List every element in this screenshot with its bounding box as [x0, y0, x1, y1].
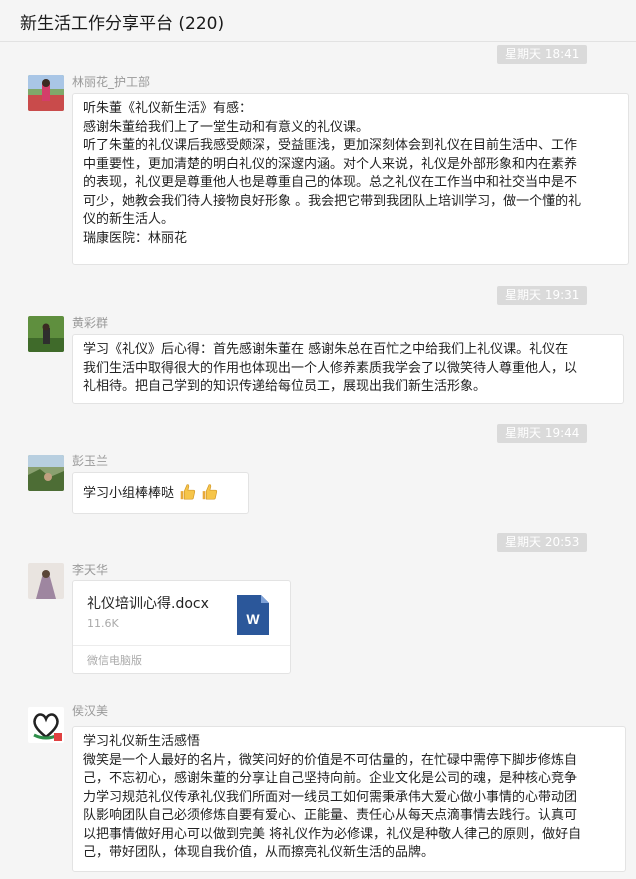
message-line: 感谢朱董给我们上了一堂生动和有意义的礼仪课。 [83, 119, 370, 135]
avatar[interactable] [28, 707, 64, 743]
message-line: 瑞康医院：林丽花 [83, 230, 188, 246]
message-line: 学习小组棒棒哒 [83, 483, 238, 504]
message-line: 听了朱董的礼仪课后我感受颇深，受益匪浅，更加深刻体会到礼仪在目前生活中、工作 [83, 138, 578, 153]
avatar[interactable] [28, 316, 64, 352]
message-line: 以把事情做好用心可以做到完美 将礼仪作为必修课，礼仪是种敬人律己的原则，做好自 [83, 826, 582, 842]
chat-header: 新生活工作分享平台 (220) [0, 0, 636, 42]
file-size: 11.6K [87, 617, 119, 630]
message-line: 我们生活中取得很大的作用也体现出一个人修养素质我学会了以微笑待人尊重他人，以 [83, 360, 578, 376]
message-line: 学习礼仪新生活感悟 [83, 734, 201, 749]
timestamp-badge: 星期天 20:53 [497, 533, 588, 552]
message-text: 学习小组棒棒哒 [83, 486, 175, 501]
message-line: 可少，她教会我们待人接物良好形象 。我会把它带到我团队上培训学习，做一个懂的礼 [83, 193, 582, 209]
message-line: 队影响团队自己必须修炼自要有爱心、正能量、责任心从每天点滴事情去践行。认真可 [83, 808, 578, 823]
message-bubble[interactable]: 学习小组棒棒哒 [72, 472, 249, 514]
timestamp-badge: 星期天 18:41 [497, 45, 588, 64]
message-bubble[interactable]: 听朱董《礼仪新生活》有感： 感谢朱董给我们上了一堂生动和有意义的礼仪课。 听了朱… [72, 93, 629, 265]
message-line: 听朱董《礼仪新生活》有感： [83, 101, 253, 116]
message-line: 微笑是一个人最好的名片，微笑问好的价值是不可估量的，在忙碌中需停下脚步修炼自 [83, 752, 578, 768]
message-bubble[interactable]: 学习《礼仪》后心得：首先感谢朱董在 感谢朱总在百忙之中给我们上礼仪课。礼仪在 我… [72, 334, 624, 404]
file-card[interactable]: 礼仪培训心得.docx 11.6K W 微信电脑版 [72, 580, 291, 674]
word-document-icon: W [237, 595, 269, 635]
message-bubble[interactable]: 学习礼仪新生活感悟 微笑是一个人最好的名片，微笑问好的价值是不可估量的，在忙碌中… [72, 726, 626, 872]
message-line: 己，带好团队，体现自我价值，从而擦亮礼仪新生活的品牌。 [83, 845, 435, 860]
file-name: 礼仪培训心得.docx [87, 596, 209, 612]
message-line: 的表现，礼仪更是尊重他人也是尊重自己的体现。总之礼仪在工作当中和社交当中是不 [83, 175, 578, 190]
sender-name: 侯汉美 [72, 704, 109, 718]
thumbs-up-icon [180, 484, 196, 500]
message-line: 力学习规范礼仪传承礼仪我们所面对一线员工如何需秉承伟大爱心做小事情的心带动团 [83, 789, 578, 805]
message-line: 中重要性，更加清楚的明白礼仪的深邃内涵。对个人来说，礼仪是外部形象和内在素养 [83, 156, 578, 172]
thumbs-up-icon [202, 484, 218, 500]
file-source: 微信电脑版 [87, 654, 142, 667]
word-icon-letter: W [246, 611, 260, 627]
sender-name: 彭玉兰 [72, 454, 109, 468]
message-line: 仪的新生活人。 [83, 212, 175, 227]
avatar[interactable] [28, 455, 64, 491]
message-line: 礼相待。把自己学到的知识传递给每位员工，展现出我们新生活形象。 [83, 379, 487, 394]
timestamp-badge: 星期天 19:31 [497, 286, 588, 305]
sender-name: 黄彩群 [72, 316, 109, 330]
avatar[interactable] [28, 75, 64, 111]
timestamp-badge: 星期天 19:44 [497, 424, 588, 443]
avatar[interactable] [28, 563, 64, 599]
chat-title: 新生活工作分享平台 (220) [20, 14, 225, 34]
sender-name: 李天华 [72, 563, 109, 577]
message-line: 己，不忘初心，感谢朱董的分享让自己坚持向前。企业文化是公司的魂，是种核心竞争 [83, 771, 578, 786]
file-card-divider [73, 645, 290, 646]
sender-name: 林丽花_护工部 [72, 75, 151, 89]
message-line: 学习《礼仪》后心得：首先感谢朱董在 感谢朱总在百忙之中给我们上礼仪课。礼仪在 [83, 342, 569, 357]
